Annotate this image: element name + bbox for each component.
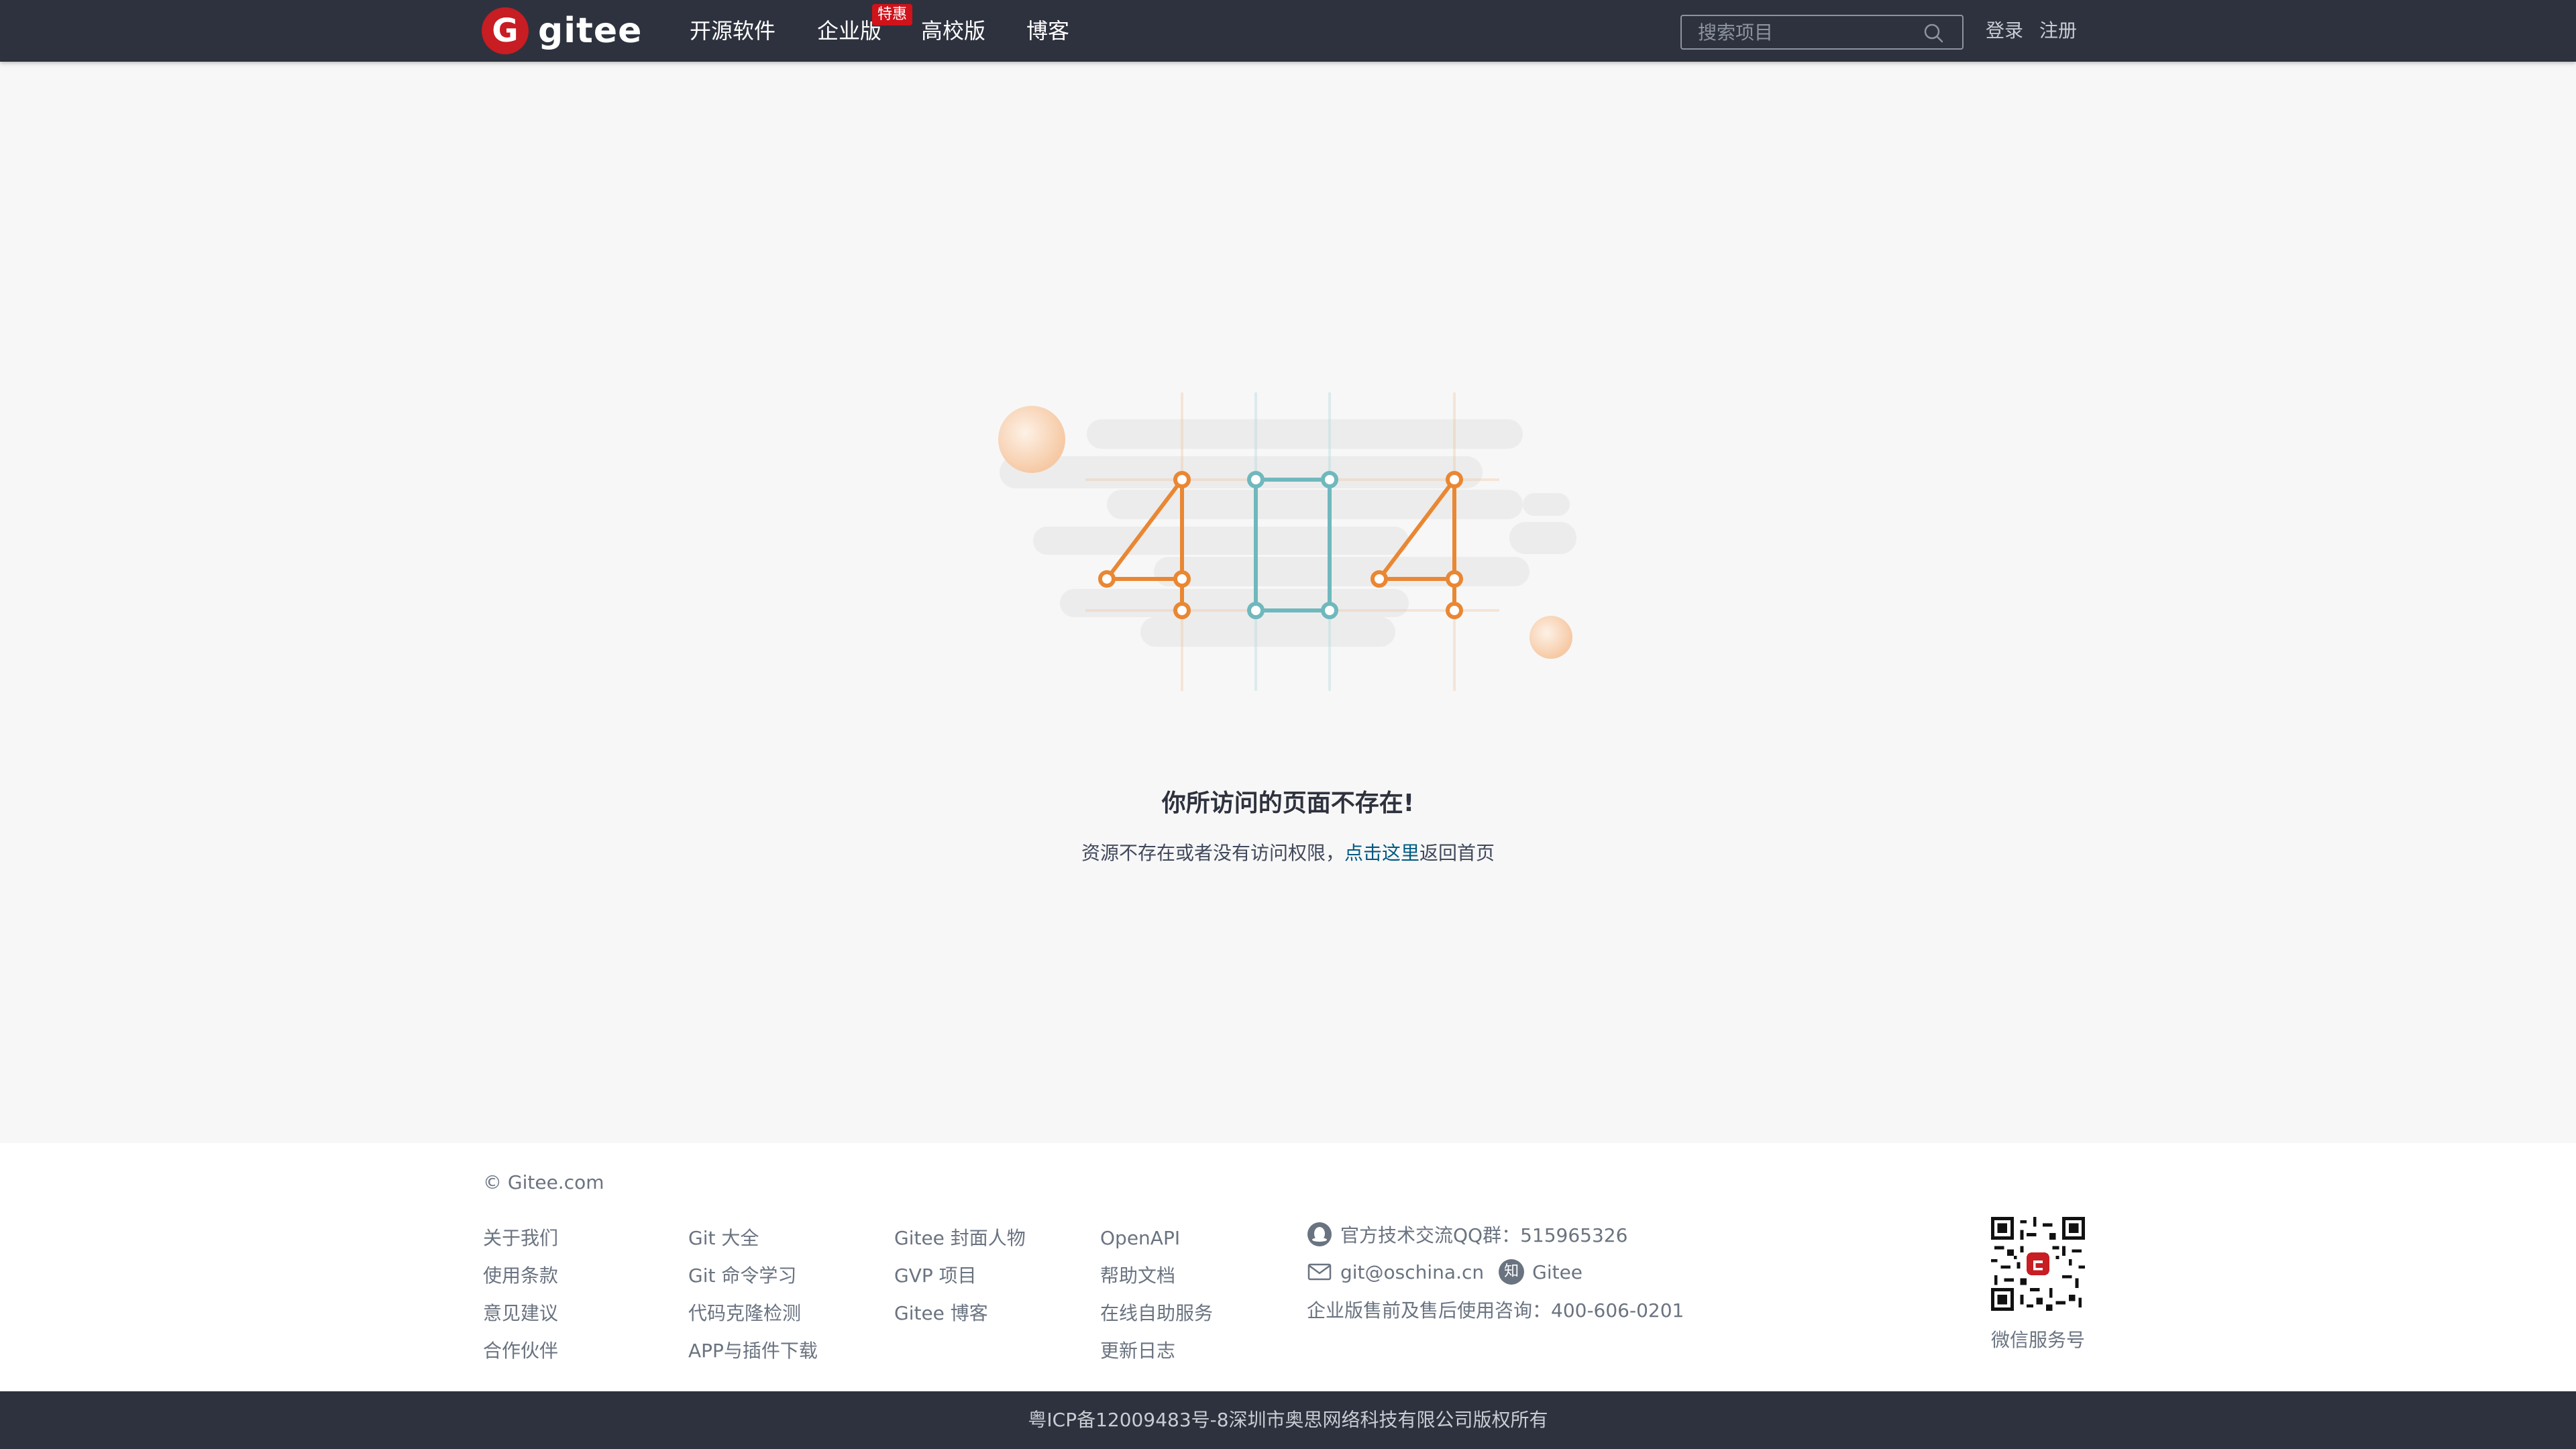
top-navbar: G gitee 开源软件 企业版 特惠 高校版 博客 登录 注册 (0, 0, 2576, 62)
footer-link-git-guide[interactable]: Git 大全 (688, 1220, 818, 1257)
footer-column-gitee: Gitee 封面人物 GVP 项目 Gitee 博客 (894, 1220, 1026, 1332)
footer-column-help: OpenAPI 帮助文档 在线自助服务 更新日志 (1100, 1220, 1213, 1370)
footer-link-terms[interactable]: 使用条款 (483, 1257, 558, 1295)
qq-group-text: 官方技术交流QQ群：515965326 (1340, 1224, 1628, 1246)
footer: © Gitee.com 关于我们 使用条款 意见建议 合作伙伴 Git 大全 G… (0, 1143, 2576, 1391)
nav-open-source[interactable]: 开源软件 (690, 0, 775, 62)
qr-code-label: 微信服务号 (1991, 1329, 2086, 1351)
error-description: 资源不存在或者没有访问权限，点击这里返回首页 (0, 839, 2576, 865)
gitee-logo-icon: G (482, 7, 529, 54)
footer-link-changelog[interactable]: 更新日志 (1100, 1332, 1213, 1370)
cloud-background (1000, 419, 1576, 647)
footer-copyright: © Gitee.com (483, 1171, 604, 1193)
email-row: git@oschina.cn 知 Gitee (1307, 1253, 1684, 1291)
gitee-logo[interactable]: G gitee (482, 7, 642, 55)
qq-icon (1307, 1222, 1332, 1246)
footer-column-about: 关于我们 使用条款 意见建议 合作伙伴 (483, 1220, 558, 1370)
error-title: 你所访问的页面不存在! (1161, 790, 1415, 817)
footer-link-openapi[interactable]: OpenAPI (1100, 1220, 1213, 1257)
footer-contact: 官方技术交流QQ群：515965326 git@oschina.cn 知 Git… (1307, 1216, 1684, 1328)
search-input[interactable] (1698, 16, 1919, 48)
promo-badge: 特惠 (872, 4, 913, 25)
brand-name: gitee (538, 11, 643, 51)
zhihu-icon: 知 (1499, 1259, 1525, 1285)
footer-link-partners[interactable]: 合作伙伴 (483, 1332, 558, 1370)
login-link[interactable]: 登录 (1986, 0, 2023, 62)
footer-link-self-service[interactable]: 在线自助服务 (1100, 1295, 1213, 1332)
decor-sphere-small (1529, 616, 1572, 659)
zhihu-link[interactable]: Gitee (1532, 1261, 1582, 1283)
consult-row: 企业版售前及售后使用咨询：400-606-0201 (1307, 1291, 1684, 1328)
404-illustration (998, 392, 1576, 691)
search-box (1680, 15, 1964, 50)
footer-link-gvp[interactable]: GVP 项目 (894, 1257, 1026, 1295)
footer-column-git: Git 大全 Git 命令学习 代码克隆检测 APP与插件下载 (688, 1220, 818, 1370)
footer-link-cover-people[interactable]: Gitee 封面人物 (894, 1220, 1026, 1257)
register-link[interactable]: 注册 (2039, 0, 2077, 62)
footer-link-clone-detect[interactable]: 代码克隆检测 (688, 1295, 818, 1332)
email-link[interactable]: git@oschina.cn (1340, 1261, 1484, 1283)
nav-blog[interactable]: 博客 (1026, 0, 1069, 62)
mail-icon (1307, 1263, 1332, 1281)
search-icon[interactable] (1923, 23, 1943, 43)
back-home-link[interactable]: 点击这里 (1344, 842, 1419, 864)
consult-text: 企业版售前及售后使用咨询：400-606-0201 (1307, 1299, 1684, 1322)
footer-link-git-learn[interactable]: Git 命令学习 (688, 1257, 818, 1295)
footer-link-gitee-blog[interactable]: Gitee 博客 (894, 1295, 1026, 1332)
wechat-qr-code (1991, 1217, 2085, 1311)
footer-link-app-download[interactable]: APP与插件下载 (688, 1332, 818, 1370)
nav-enterprise[interactable]: 企业版 特惠 (817, 0, 913, 62)
footer-link-about-us[interactable]: 关于我们 (483, 1220, 558, 1257)
decor-sphere-large (998, 406, 1065, 473)
icp-bar: 粤ICP备12009483号-8深圳市奥思网络科技有限公司版权所有 (0, 1391, 2576, 1449)
qq-group-row: 官方技术交流QQ群：515965326 (1307, 1216, 1684, 1253)
nav-education[interactable]: 高校版 (921, 0, 985, 62)
error-desc-suffix: 返回首页 (1419, 842, 1495, 864)
footer-link-feedback[interactable]: 意见建议 (483, 1295, 558, 1332)
error-desc-prefix: 资源不存在或者没有访问权限， (1081, 842, 1344, 864)
footer-link-help-docs[interactable]: 帮助文档 (1100, 1257, 1213, 1295)
